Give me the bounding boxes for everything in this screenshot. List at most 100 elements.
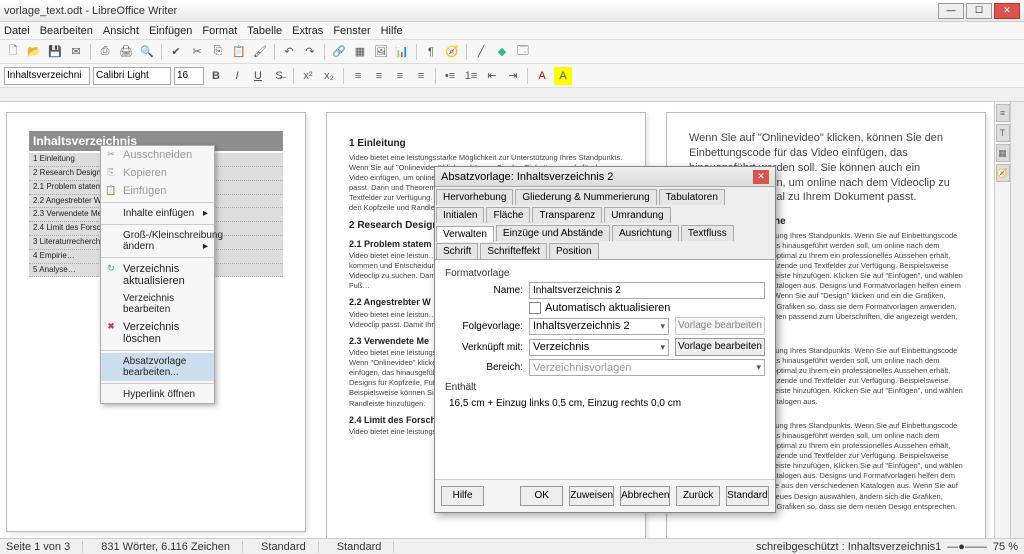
line-icon[interactable]: ╱ bbox=[472, 43, 490, 61]
paragraph-style-combo[interactable] bbox=[4, 67, 90, 85]
input-name[interactable] bbox=[529, 282, 765, 299]
bullets-icon[interactable]: •≡ bbox=[441, 67, 459, 85]
menu-view[interactable]: Ansicht bbox=[103, 25, 139, 37]
status-page[interactable]: Seite 1 von 3 bbox=[6, 541, 83, 553]
sidebar-properties-icon[interactable]: ≡ bbox=[996, 104, 1010, 122]
status-page-style[interactable]: Standard bbox=[261, 541, 319, 553]
sidebar-styles-icon[interactable]: T bbox=[996, 124, 1010, 142]
image-icon[interactable]: 🖼 bbox=[372, 43, 390, 61]
edit-style-button-1[interactable]: Vorlage bearbeiten bbox=[675, 317, 765, 335]
navigator-icon[interactable]: 🧭 bbox=[443, 43, 461, 61]
preview-icon[interactable]: 🔍 bbox=[138, 43, 156, 61]
format-paint-icon[interactable]: 🖌 bbox=[251, 43, 269, 61]
shapes-icon[interactable]: ◆ bbox=[493, 43, 511, 61]
cancel-button[interactable]: Abbrechen bbox=[620, 486, 670, 506]
tab-highlighting[interactable]: Hervorhebung bbox=[436, 189, 513, 205]
ok-button[interactable]: OK bbox=[520, 486, 563, 506]
menu-table[interactable]: Tabelle bbox=[247, 25, 282, 37]
apply-button[interactable]: Zuweisen bbox=[569, 486, 614, 506]
tab-indents[interactable]: Einzüge und Abstände bbox=[496, 225, 610, 241]
tab-dropcaps[interactable]: Initialen bbox=[436, 207, 484, 223]
italic-icon[interactable]: I bbox=[228, 67, 246, 85]
zoom-slider[interactable]: —●—— bbox=[947, 541, 987, 553]
gallery-icon[interactable]: 🗔 bbox=[514, 43, 532, 61]
tab-textflow[interactable]: Textfluss bbox=[681, 225, 734, 241]
ctx-edit-paragraph-style[interactable]: Absatzvorlage bearbeiten... bbox=[101, 353, 214, 381]
print-icon[interactable]: 🖨 bbox=[117, 43, 135, 61]
font-size-combo[interactable] bbox=[174, 67, 204, 85]
subscript-icon[interactable]: x₂ bbox=[320, 67, 338, 85]
email-icon[interactable]: ✉ bbox=[67, 43, 85, 61]
indent-more-icon[interactable]: ⇥ bbox=[504, 67, 522, 85]
paste-icon[interactable]: 📋 bbox=[230, 43, 248, 61]
underline-icon[interactable]: U bbox=[249, 67, 267, 85]
tab-organizer[interactable]: Verwalten bbox=[436, 226, 494, 242]
vertical-scrollbar[interactable] bbox=[1010, 102, 1024, 538]
ctx-delete-index[interactable]: ✖Verzeichnis löschen bbox=[101, 318, 214, 348]
tab-position[interactable]: Position bbox=[549, 243, 599, 259]
maximize-button[interactable]: ☐ bbox=[966, 3, 992, 19]
ctx-paste-special[interactable]: Inhalte einfügen bbox=[101, 205, 214, 222]
menu-insert[interactable]: Einfügen bbox=[149, 25, 192, 37]
tab-area[interactable]: Fläche bbox=[486, 207, 530, 223]
copy-icon[interactable]: ⎘ bbox=[209, 43, 227, 61]
zoom-value[interactable]: 75 % bbox=[993, 541, 1018, 553]
ctx-open-hyperlink[interactable]: Hyperlink öffnen bbox=[101, 386, 214, 403]
superscript-icon[interactable]: x² bbox=[299, 67, 317, 85]
bold-icon[interactable]: B bbox=[207, 67, 225, 85]
select-category[interactable]: Verzeichnisvorlagen bbox=[529, 359, 765, 376]
tab-outline[interactable]: Gliederung & Nummerierung bbox=[515, 189, 656, 205]
menu-tools[interactable]: Extras bbox=[292, 25, 323, 37]
tab-borders[interactable]: Umrandung bbox=[604, 207, 670, 223]
pdf-icon[interactable]: ⎙ bbox=[96, 43, 114, 61]
highlight-icon[interactable]: A bbox=[554, 67, 572, 85]
font-name-combo[interactable] bbox=[93, 67, 171, 85]
menu-file[interactable]: Datei bbox=[4, 25, 30, 37]
checkbox-auto-update[interactable]: Automatisch aktualisieren bbox=[529, 302, 765, 314]
ctx-change-case[interactable]: Groß-/Kleinschreibung ändern bbox=[101, 227, 214, 255]
align-justify-icon[interactable]: ≡ bbox=[412, 67, 430, 85]
tab-alignment[interactable]: Ausrichtung bbox=[612, 225, 679, 241]
tab-tabs[interactable]: Tabulatoren bbox=[659, 189, 725, 205]
nonprinting-icon[interactable]: ¶ bbox=[422, 43, 440, 61]
select-next-style[interactable]: Inhaltsverzeichnis 2 bbox=[529, 318, 669, 335]
table-icon[interactable]: ▦ bbox=[351, 43, 369, 61]
numbering-icon[interactable]: 1≡ bbox=[462, 67, 480, 85]
close-button[interactable]: ✕ bbox=[994, 3, 1020, 19]
strike-icon[interactable]: S̶ bbox=[270, 67, 288, 85]
hyperlink-icon[interactable]: 🔗 bbox=[330, 43, 348, 61]
font-color-icon[interactable]: A bbox=[533, 67, 551, 85]
undo-icon[interactable]: ↶ bbox=[280, 43, 298, 61]
menu-format[interactable]: Format bbox=[202, 25, 237, 37]
select-linked-with[interactable]: Verzeichnis bbox=[529, 339, 669, 356]
cut-icon[interactable]: ✂ bbox=[188, 43, 206, 61]
status-word-count[interactable]: 831 Wörter, 6.116 Zeichen bbox=[101, 541, 243, 553]
align-center-icon[interactable]: ≡ bbox=[370, 67, 388, 85]
tab-fonteffect[interactable]: Schrifteffekt bbox=[480, 243, 547, 259]
align-left-icon[interactable]: ≡ bbox=[349, 67, 367, 85]
menu-edit[interactable]: Bearbeiten bbox=[40, 25, 93, 37]
redo-icon[interactable]: ↷ bbox=[301, 43, 319, 61]
edit-style-button-2[interactable]: Vorlage bearbeiten bbox=[675, 338, 765, 356]
indent-less-icon[interactable]: ⇤ bbox=[483, 67, 501, 85]
menu-window[interactable]: Fenster bbox=[333, 25, 370, 37]
spellcheck-icon[interactable]: ✔ bbox=[167, 43, 185, 61]
tab-font[interactable]: Schrift bbox=[436, 243, 478, 259]
sidebar-navigator-icon[interactable]: 🧭 bbox=[996, 164, 1010, 182]
menu-help[interactable]: Hilfe bbox=[381, 25, 403, 37]
new-icon[interactable]: 🗋 bbox=[4, 43, 22, 61]
minimize-button[interactable]: — bbox=[938, 3, 964, 19]
chart-icon[interactable]: 📊 bbox=[393, 43, 411, 61]
reset-button[interactable]: Zurück bbox=[676, 486, 719, 506]
standard-button[interactable]: Standard bbox=[726, 486, 769, 506]
open-icon[interactable]: 📂 bbox=[25, 43, 43, 61]
save-icon[interactable]: 💾 bbox=[46, 43, 64, 61]
sidebar-gallery-icon[interactable]: ▦ bbox=[996, 144, 1010, 162]
status-language[interactable]: Standard bbox=[337, 541, 395, 553]
align-right-icon[interactable]: ≡ bbox=[391, 67, 409, 85]
help-button[interactable]: Hilfe bbox=[441, 486, 484, 506]
tab-transparency[interactable]: Transparenz bbox=[532, 207, 602, 223]
ctx-update-index[interactable]: ↻Verzeichnis aktualisieren bbox=[101, 260, 214, 290]
ctx-edit-index[interactable]: Verzeichnis bearbeiten bbox=[101, 290, 214, 318]
dialog-close-button[interactable]: ✕ bbox=[753, 170, 769, 184]
